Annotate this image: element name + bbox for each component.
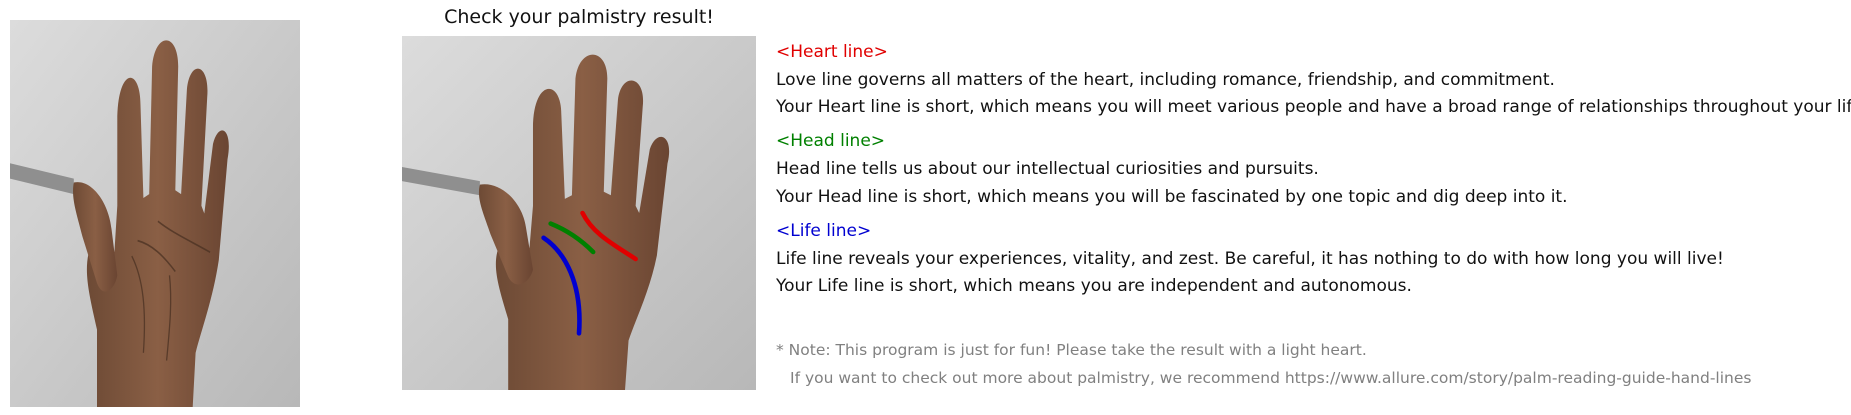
life-line-result: Your Life line is short, which means you… bbox=[776, 276, 1412, 296]
life-line-description: Life line reveals your experiences, vita… bbox=[776, 249, 1724, 269]
head-line-heading: <Head line> bbox=[776, 131, 886, 151]
original-palm-photo bbox=[10, 20, 300, 407]
head-line-description: Head line tells us about our intellectua… bbox=[776, 159, 1319, 179]
life-line-heading: <Life line> bbox=[776, 221, 872, 241]
palmistry-reference-note: If you want to check out more about palm… bbox=[790, 369, 1752, 387]
heart-line-description: Love line governs all matters of the hea… bbox=[776, 70, 1555, 90]
head-line-result: Your Head line is short, which means you… bbox=[776, 187, 1568, 207]
original-palm-image bbox=[10, 20, 300, 407]
result-title: Check your palmistry result! bbox=[444, 6, 714, 28]
heart-line-heading: <Heart line> bbox=[776, 42, 888, 62]
fun-disclaimer-note: * Note: This program is just for fun! Pl… bbox=[776, 341, 1367, 359]
result-palm-photo bbox=[402, 36, 756, 390]
result-palm-image bbox=[402, 36, 756, 390]
heart-line-result: Your Heart line is short, which means yo… bbox=[776, 97, 1851, 117]
